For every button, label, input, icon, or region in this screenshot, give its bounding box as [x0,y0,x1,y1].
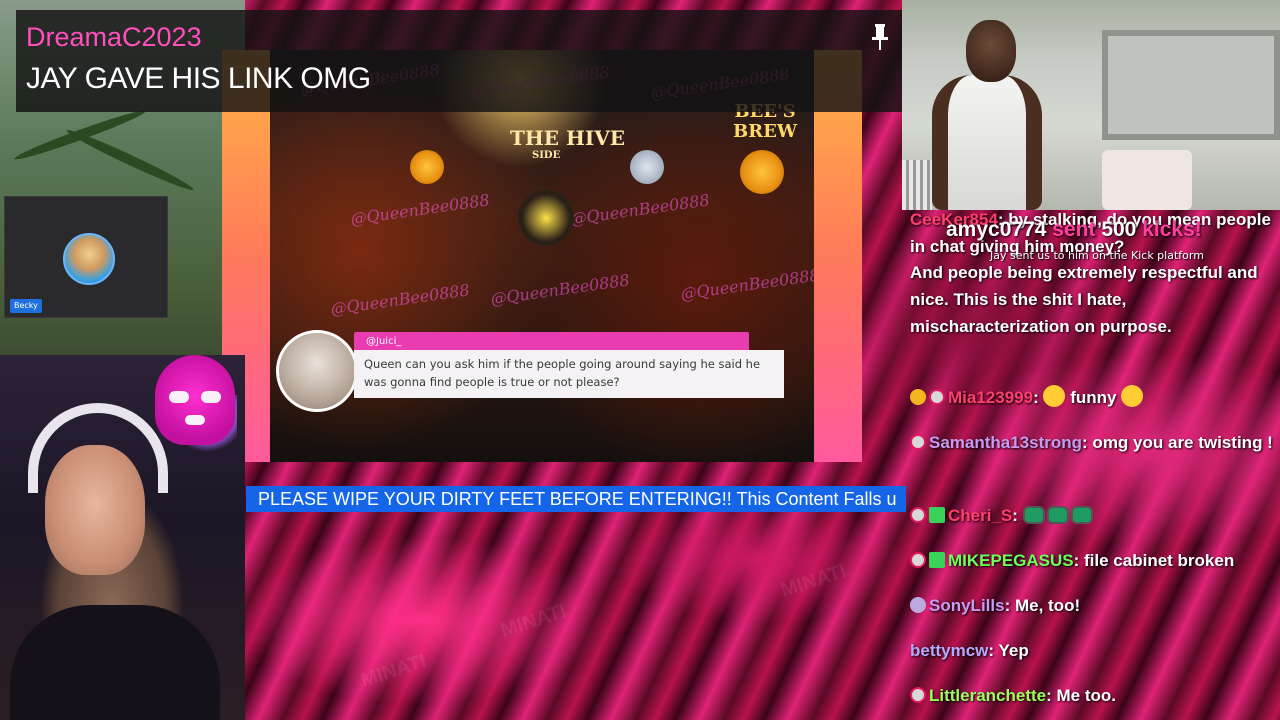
video-watermark: @QueenBee0888 [569,190,711,229]
highlighted-message-card: DreamaC2023 JAY GAVE HIS LINK OMG [16,10,902,112]
chat-message: bettymcw: Yep [910,637,1276,664]
kicks-alert: amyc0774 sent 500 kicks! [946,218,1202,242]
chat-text: : omg you are twisting ! [1082,433,1273,452]
chat-message: Cheri_S: [910,502,1276,529]
kicks-alert-user: amyc0774 [946,218,1047,241]
mask-eye [201,391,221,403]
streamer-face [45,445,145,575]
kicks-alert-unit: kicks! [1142,218,1202,241]
video-watermark: @QueenBee0888 [489,270,631,309]
sub-badge-icon [910,389,926,405]
highlight-username: DreamaC2023 [26,22,202,52]
chat-text: : Me too. [1046,686,1117,705]
chat-message: SonyLills: Me, too! [910,592,1276,619]
chat-username[interactable]: Mia123999 [948,388,1033,407]
chat-username[interactable]: Samantha13strong [929,433,1082,452]
chat-username[interactable]: SonyLills [929,596,1005,615]
chat-message: MIKEPEGASUS: file cabinet broken [910,547,1276,574]
chat-text: : file cabinet broken [1073,551,1235,570]
commenter-username: @Juici_ [354,332,749,352]
chat-text-prefix: : [1033,388,1044,407]
pin-icon[interactable] [872,24,888,50]
kicks-alert-sent: sent [1052,218,1096,241]
pink-mask-icon [155,355,235,445]
guest-avatar-tile: Becky [4,196,168,318]
video-watermark: @QueenBee0888 [349,190,491,229]
chat-username[interactable]: MIKEPEGASUS [948,551,1074,570]
chat-message: And people being extremely respectful an… [910,259,1276,340]
streamer-webcam [0,355,245,720]
mask-eye [169,391,189,403]
hive-sign-sub: SIDE [532,150,561,161]
kick-badge-icon [910,687,926,703]
chat-message: Mia123999: funny [910,384,1276,411]
ticker-text: PLEASE WIPE YOUR DIRTY FEET BEFORE ENTER… [258,489,897,509]
chat-username[interactable]: Littleranchette [929,686,1046,705]
guest-avatar [63,233,115,285]
streamer-shirt [10,605,220,720]
frog-emote-icon [1022,506,1045,524]
chat-message: Samantha13strong: omg you are twisting ! [910,429,1276,456]
moon-badge-icon [910,597,926,613]
video-watermark: @QueenBee0888 [679,265,814,304]
kicks-alert-subtext: Jay sent us to him on the Kick platform [990,249,1204,262]
commenter-avatar [276,330,358,412]
clip-person-head [966,20,1016,82]
kick-badge-icon [910,507,926,523]
highlight-message: JAY GAVE HIS LINK OMG [26,62,371,95]
frog-emote-icon [1070,506,1093,524]
comment-text: Queen can you ask him if the people goin… [354,350,784,398]
gift-badge-icon [929,507,945,523]
sticker-icon [630,150,664,184]
clip-pillow [1102,150,1192,210]
clip-radiator [902,160,932,210]
kick-badge-icon [929,389,945,405]
clip-window [1102,30,1280,140]
chat-panel[interactable]: CeeKer854: by stalking, do you mean peop… [904,206,1280,720]
chat-username[interactable]: bettymcw [910,641,988,660]
beehive-icon [740,150,784,194]
kick-badge-icon [910,434,926,450]
hive-sign: THE HIVE [510,126,625,150]
movie-clip-overlay [902,0,1280,210]
chat-text: : Me, too! [1004,596,1081,615]
bee-mascot-icon [518,190,574,246]
clip-person [932,20,1042,210]
kick-badge-icon [910,552,926,568]
gift-badge-icon [929,552,945,568]
clip-person-body [932,75,1042,210]
mask-mouth [185,415,205,425]
bee-emblem-icon [410,150,444,184]
chat-text: And people being extremely respectful an… [910,263,1258,336]
frog-emote-icon [1046,506,1069,524]
palm-leaf [64,125,196,195]
kicks-alert-amount: 500 [1101,218,1137,241]
chat-text: : Yep [988,641,1029,660]
chat-message: Littleranchette: Me too. [910,682,1276,709]
video-watermark: @QueenBee0888 [329,280,471,319]
chat-text: : [1012,506,1018,525]
chat-text: funny [1065,388,1122,407]
chat-username[interactable]: Cheri_S [948,506,1012,525]
guest-name-label: Becky [10,299,42,313]
scrolling-ticker: PLEASE WIPE YOUR DIRTY FEET BEFORE ENTER… [246,486,906,512]
laughing-emoji-icon [1121,385,1144,407]
laughing-emoji-icon [1043,385,1066,407]
tiktok-comment: @Juici_ Queen can you ask him if the peo… [276,330,790,414]
